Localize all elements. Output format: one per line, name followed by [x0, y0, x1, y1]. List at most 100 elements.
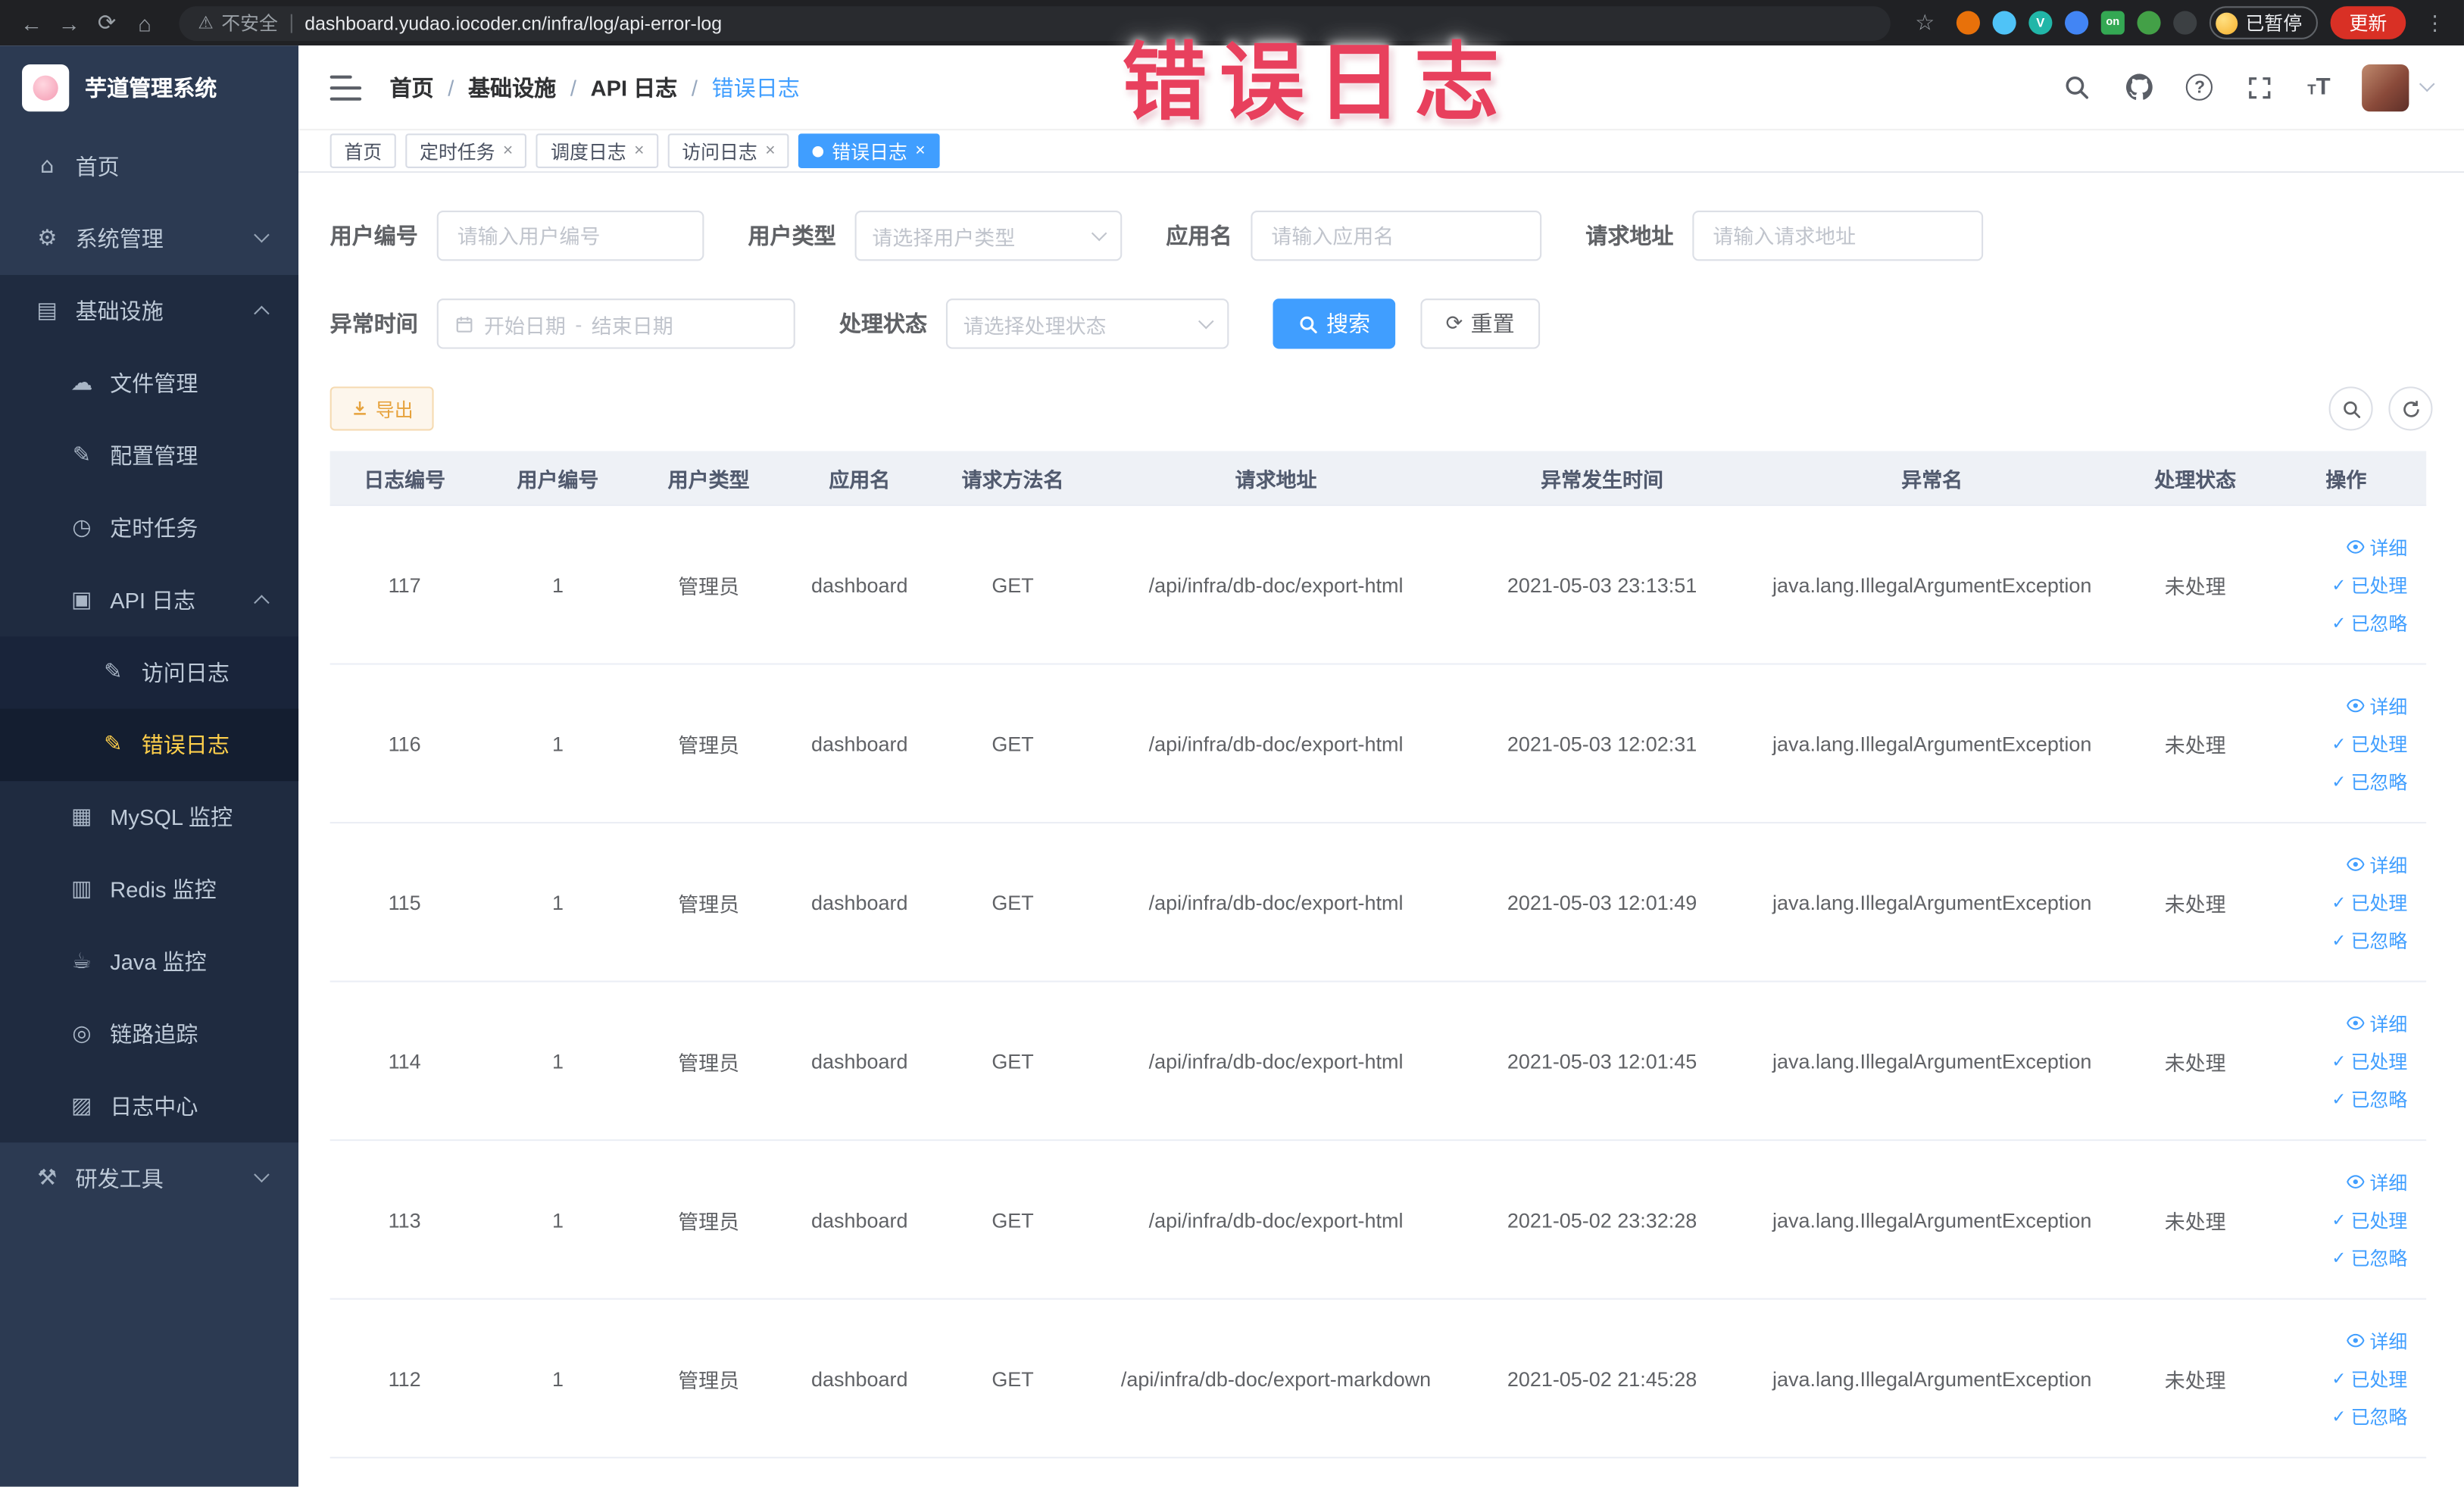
cell-log-id: 116 — [388, 731, 421, 755]
app-name-field[interactable] — [1251, 210, 1542, 261]
process-link[interactable]: ✓ 已处理 — [2331, 730, 2407, 757]
process-link[interactable]: ✓ 已处理 — [2331, 1206, 2407, 1232]
home-icon[interactable]: ⌂ — [126, 10, 164, 35]
sidebar-item-trace[interactable]: ◎ 链路追踪 — [0, 998, 298, 1070]
check-icon: ✓ — [2331, 733, 2347, 754]
paused-badge[interactable]: 已暂停 — [2209, 6, 2319, 39]
extension-icon-blue[interactable] — [1992, 11, 2016, 35]
security-label[interactable]: 不安全 — [221, 9, 278, 36]
col-exception-name: 异常名 — [1901, 467, 1963, 492]
sidebar-item-job[interactable]: ◷ 定时任务 — [0, 492, 298, 564]
date-end-placeholder: 结束日期 — [591, 313, 673, 338]
tab-job[interactable]: 定时任务 × — [405, 133, 527, 168]
process-link[interactable]: ✓ 已处理 — [2331, 1365, 2407, 1392]
sidebar-item-system[interactable]: ⚙ 系统管理 — [0, 203, 298, 275]
process-link[interactable]: ✓ 已处理 — [2331, 571, 2407, 598]
collapse-sidebar-button[interactable] — [329, 74, 362, 100]
close-icon[interactable]: × — [765, 142, 775, 160]
back-icon[interactable]: ← — [13, 10, 51, 35]
sidebar-item-access-log[interactable]: ✎ 访问日志 — [0, 636, 298, 708]
search-icon[interactable] — [2060, 71, 2091, 102]
cell-user-id: 1 — [551, 890, 564, 914]
tab-job-log[interactable]: 调度日志 × — [536, 133, 659, 168]
extension-icon-orange[interactable] — [1956, 11, 1980, 35]
sidebar-item-label: 定时任务 — [110, 515, 198, 541]
request-url-input[interactable] — [1710, 222, 1966, 249]
user-menu[interactable] — [2362, 64, 2435, 111]
extension-icon-grid[interactable] — [2064, 11, 2089, 35]
ignore-link[interactable]: ✓ 已忽略 — [2331, 1086, 2407, 1112]
browser-menu-icon[interactable]: ⋮ — [2419, 10, 2452, 35]
breadcrumb-home[interactable]: 首页 — [390, 71, 434, 102]
sidebar-item-java[interactable]: ☕ Java 监控 — [0, 926, 298, 998]
refresh-table-button[interactable] — [2388, 386, 2433, 431]
ignore-link[interactable]: ✓ 已忽略 — [2331, 1403, 2407, 1429]
detail-link[interactable]: 详细 — [2346, 533, 2407, 560]
bookmark-star-icon[interactable]: ☆ — [1906, 9, 1944, 36]
sidebar-item-api-log[interactable]: ▣ API 日志 — [0, 564, 298, 636]
sidebar-item-home[interactable]: ⌂ 首页 — [0, 130, 298, 202]
app-name-input[interactable] — [1268, 222, 1525, 249]
github-icon[interactable] — [2123, 71, 2154, 102]
tab-error-log[interactable]: 错误日志 × — [798, 133, 940, 168]
detail-link[interactable]: 详细 — [2346, 851, 2407, 877]
cell-log-id: 112 — [388, 1366, 421, 1390]
cell-request-url: /api/infra/db-doc/export-html — [1148, 890, 1404, 914]
tab-label: 首页 — [344, 140, 383, 163]
user-id-input[interactable] — [454, 222, 687, 249]
extension-icon-on[interactable]: on — [2100, 11, 2125, 35]
cell-app-name: dashboard — [811, 573, 908, 597]
date-range-picker[interactable]: 开始日期 - 结束日期 — [436, 298, 795, 349]
fullscreen-icon[interactable] — [2244, 71, 2275, 102]
detail-link[interactable]: 详细 — [2346, 1168, 2407, 1195]
sidebar-item-log-center[interactable]: ▨ 日志中心 — [0, 1070, 298, 1142]
process-link[interactable]: ✓ 已处理 — [2331, 1048, 2407, 1074]
font-size-icon[interactable]: TT — [2307, 74, 2330, 101]
help-icon[interactable]: ? — [2186, 73, 2213, 101]
search-button[interactable]: 搜索 — [1273, 298, 1396, 349]
user-type-select[interactable]: 请选择用户类型 — [854, 210, 1123, 261]
sidebar-item-mysql[interactable]: ▦ MySQL 监控 — [0, 781, 298, 853]
breadcrumb-infra[interactable]: 基础设施 — [468, 71, 556, 102]
page-url[interactable]: dashboard.yudao.iocoder.cn/infra/log/api… — [304, 12, 722, 34]
address-bar[interactable]: ⚠ 不安全 dashboard.yudao.iocoder.cn/infra/l… — [179, 5, 1891, 40]
detail-link[interactable]: 详细 — [2346, 1010, 2407, 1036]
ignore-link[interactable]: ✓ 已忽略 — [2331, 926, 2407, 953]
hide-search-button[interactable] — [2328, 386, 2373, 431]
sidebar-item-redis[interactable]: ▥ Redis 监控 — [0, 854, 298, 926]
ignore-link[interactable]: ✓ 已忽略 — [2331, 609, 2407, 636]
ignore-link[interactable]: ✓ 已忽略 — [2331, 1244, 2407, 1270]
process-label: 已处理 — [2350, 892, 2408, 914]
sidebar-item-config[interactable]: ✎ 配置管理 — [0, 420, 298, 492]
extension-icon-v[interactable]: V — [2028, 11, 2053, 35]
detail-link[interactable]: 详细 — [2346, 1327, 2407, 1354]
sidebar-item-infra[interactable]: ▤ 基础设施 — [0, 275, 298, 347]
sidebar-item-error-log[interactable]: ✎ 错误日志 — [0, 708, 299, 782]
export-button[interactable]: 导出 — [329, 386, 434, 431]
close-icon[interactable]: × — [915, 142, 925, 160]
extension-icon-paw[interactable] — [2173, 11, 2197, 35]
forward-icon[interactable]: → — [50, 10, 88, 35]
sidebar-item-file[interactable]: ☁ 文件管理 — [0, 347, 298, 419]
extension-icon-leaf[interactable] — [2137, 11, 2161, 35]
target-icon: ◎ — [72, 1021, 92, 1047]
process-status-select[interactable]: 请选择处理状态 — [945, 298, 1229, 349]
user-id-field[interactable] — [436, 210, 704, 261]
breadcrumb-api-log[interactable]: API 日志 — [591, 71, 678, 102]
detail-link[interactable]: 详细 — [2346, 692, 2407, 719]
sidebar-item-dev-tools[interactable]: ⚒ 研发工具 — [0, 1142, 298, 1214]
ignore-link[interactable]: ✓ 已忽略 — [2331, 767, 2407, 794]
reset-button[interactable]: ⟳ 重置 — [1420, 298, 1540, 349]
app-logo[interactable]: 芋道管理系统 — [0, 45, 298, 130]
detail-label: 详细 — [2369, 1171, 2408, 1194]
tab-home[interactable]: 首页 — [329, 133, 396, 168]
export-button-label: 导出 — [375, 398, 414, 420]
cell-actions: 详细 ✓ 已处理 ✓ 已忽略 — [2266, 692, 2427, 795]
close-icon[interactable]: × — [503, 142, 513, 160]
request-url-field[interactable] — [1692, 210, 1984, 261]
reload-icon[interactable]: ⟳ — [88, 9, 126, 36]
update-button[interactable]: 更新 — [2330, 6, 2406, 39]
process-link[interactable]: ✓ 已处理 — [2331, 889, 2407, 915]
tab-access-log[interactable]: 访问日志 × — [667, 133, 790, 168]
close-icon[interactable]: × — [634, 142, 644, 160]
